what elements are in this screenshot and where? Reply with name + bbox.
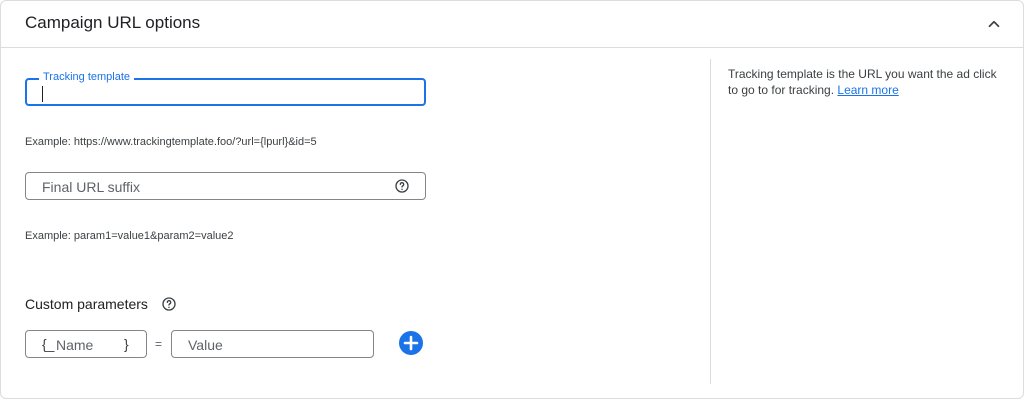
name-close-brace: } [124, 336, 129, 352]
section-header[interactable]: Campaign URL options [1, 1, 1023, 48]
parameter-name-input[interactable]: {_ Name } [25, 330, 147, 358]
parameter-name-placeholder: Name [56, 337, 94, 353]
text-cursor [42, 86, 43, 102]
chevron-up-icon [988, 20, 1000, 28]
parameter-value-placeholder: Value [188, 337, 223, 353]
help-text-block: Tracking template is the URL you want th… [728, 66, 998, 98]
final-url-suffix-placeholder: Final URL suffix [42, 179, 141, 195]
tracking-template-label: Tracking template [39, 71, 135, 83]
tracking-template-example: Example: https://www.trackingtemplate.fo… [25, 136, 317, 148]
custom-parameters-help-icon[interactable] [161, 296, 177, 312]
learn-more-link[interactable]: Learn more [837, 83, 898, 97]
form-panel: Tracking template Example: https://www.t… [1, 48, 709, 383]
final-url-suffix-input[interactable]: Final URL suffix [25, 172, 426, 200]
tracking-template-input[interactable]: Tracking template [25, 71, 426, 106]
plus-circle-icon [403, 335, 419, 351]
collapse-button[interactable] [979, 9, 1009, 39]
help-panel: Tracking template is the URL you want th… [710, 59, 1024, 384]
campaign-url-options-card: Campaign URL options Tracking template E… [0, 0, 1024, 399]
add-parameter-button[interactable] [399, 331, 423, 355]
section-title: Campaign URL options [25, 13, 201, 32]
custom-parameters-label: Custom parameters [25, 296, 148, 312]
name-open-brace: {_ [42, 336, 55, 352]
equals-sign: = [155, 337, 163, 351]
parameter-value-input[interactable]: Value [171, 330, 374, 358]
final-url-suffix-example: Example: param1=value1&param2=value2 [25, 230, 234, 242]
help-circle-icon[interactable] [394, 178, 410, 194]
